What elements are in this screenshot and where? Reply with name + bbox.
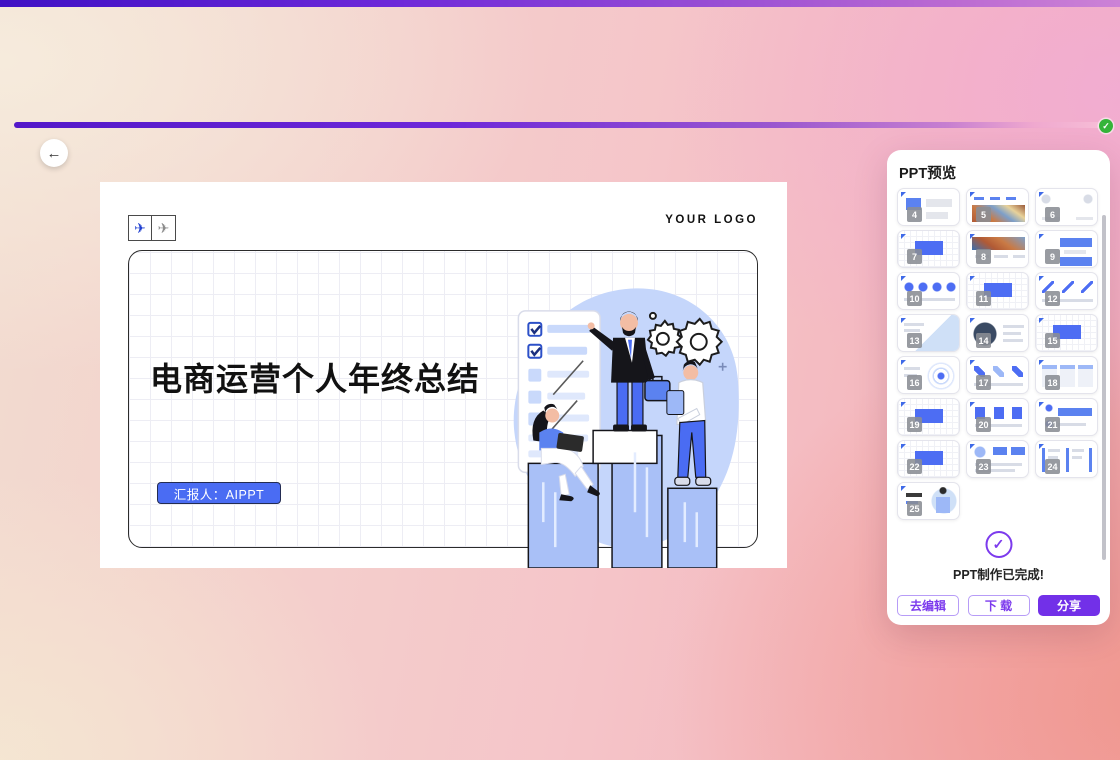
slide-number-badge: 18 — [1045, 375, 1060, 390]
ppt-preview-panel: PPT预览 4 5 6 7 8 9 10 11 12 13 14 15 16 17 18 19 20 21 22 23… — [887, 150, 1110, 625]
edit-pen-icon — [1039, 360, 1044, 365]
edit-pen-icon — [1039, 276, 1044, 281]
slide-number-badge: 21 — [1045, 417, 1060, 432]
progress-bar — [14, 122, 1100, 128]
slide-number-badge: 16 — [907, 375, 922, 390]
slide-number-badge: 25 — [907, 501, 922, 516]
slide-thumbnail[interactable]: 18 — [1035, 356, 1098, 394]
slide-thumbnail[interactable]: 11 — [966, 272, 1029, 310]
slide-thumbnail[interactable]: 9 — [1035, 230, 1098, 268]
edit-pen-icon — [901, 192, 906, 197]
edit-pen-icon — [970, 444, 975, 449]
panel-title: PPT预览 — [899, 162, 956, 183]
slide-number-badge: 8 — [976, 249, 991, 264]
slide-number-badge: 11 — [976, 291, 991, 306]
slide-preview-canvas: ✈ ✈ YOUR LOGO 电商运营个人年终总结 汇报人：AIPPT — [100, 182, 787, 568]
slide-thumbnail[interactable]: 7 — [897, 230, 960, 268]
slide-number-badge: 13 — [907, 333, 922, 348]
slide-thumbnail[interactable]: 16 — [897, 356, 960, 394]
slide-number-badge: 4 — [907, 207, 922, 222]
edit-pen-icon — [1039, 234, 1044, 239]
edit-pen-icon — [970, 402, 975, 407]
edit-pen-icon — [901, 276, 906, 281]
slide-thumbnail[interactable]: 24 — [1035, 440, 1098, 478]
edit-pen-icon — [1039, 402, 1044, 407]
slide-thumbnail[interactable]: 21 — [1035, 398, 1098, 436]
reporter-badge: 汇报人：AIPPT — [157, 482, 281, 504]
slide-number-badge: 9 — [1045, 249, 1060, 264]
panel-actions: 去编辑 下 载 分享 — [897, 595, 1100, 616]
plane-toggle[interactable]: ✈ ✈ — [128, 215, 176, 241]
edit-pen-icon — [970, 192, 975, 197]
plane-gray-icon[interactable]: ✈ — [152, 215, 176, 241]
top-gradient-strip — [0, 0, 1120, 7]
slide-number-badge: 12 — [1045, 291, 1060, 306]
slide-thumbnail[interactable]: 15 — [1035, 314, 1098, 352]
progress-complete-icon: ✓ — [1099, 119, 1113, 133]
edit-pen-icon — [970, 318, 975, 323]
edit-pen-icon — [901, 444, 906, 449]
slide-logo-text: YOUR LOGO — [665, 214, 758, 226]
slide-number-badge: 15 — [1045, 333, 1060, 348]
edit-button[interactable]: 去编辑 — [897, 595, 959, 616]
slide-thumbnail[interactable]: 8 — [966, 230, 1029, 268]
slide-title: 电商运营个人年终总结 — [150, 354, 480, 400]
back-button[interactable]: ← — [40, 139, 68, 167]
edit-pen-icon — [901, 402, 906, 407]
edit-pen-icon — [970, 276, 975, 281]
slide-number-badge: 24 — [1045, 459, 1060, 474]
share-button[interactable]: 分享 — [1038, 595, 1100, 616]
edit-pen-icon — [1039, 192, 1044, 197]
slide-number-badge: 23 — [976, 459, 991, 474]
slide-thumbnail[interactable]: 5 — [966, 188, 1029, 226]
slide-thumbnail[interactable]: 13 — [897, 314, 960, 352]
edit-pen-icon — [901, 360, 906, 365]
slide-thumbnail[interactable]: 10 — [897, 272, 960, 310]
edit-pen-icon — [1039, 444, 1044, 449]
slide-thumbnail[interactable]: 22 — [897, 440, 960, 478]
slide-thumbnail[interactable]: 20 — [966, 398, 1029, 436]
slide-thumbnail[interactable]: 12 — [1035, 272, 1098, 310]
slide-thumbnail[interactable]: 4 — [897, 188, 960, 226]
slide-number-badge: 7 — [907, 249, 922, 264]
edit-pen-icon — [901, 318, 906, 323]
done-check-icon: ✓ — [985, 531, 1012, 558]
slide-thumbnail[interactable]: 19 — [897, 398, 960, 436]
edit-pen-icon — [901, 486, 906, 491]
slide-number-badge: 6 — [1045, 207, 1060, 222]
slide-number-badge: 17 — [976, 375, 991, 390]
edit-pen-icon — [970, 234, 975, 239]
slide-illustration — [495, 283, 760, 568]
slide-thumbnail[interactable]: 23 — [966, 440, 1029, 478]
edit-pen-icon — [1039, 318, 1044, 323]
slide-thumbnail[interactable]: 17 — [966, 356, 1029, 394]
slide-number-badge: 19 — [907, 417, 922, 432]
edit-pen-icon — [970, 360, 975, 365]
slide-number-badge: 20 — [976, 417, 991, 432]
panel-scrollbar[interactable] — [1102, 215, 1106, 560]
slide-thumbnail[interactable]: 25 — [897, 482, 960, 520]
thumbnail-grid: 4 5 6 7 8 9 10 11 12 13 14 15 16 17 18 19 20 21 22 23 24 25 — [897, 188, 1098, 520]
download-button[interactable]: 下 载 — [968, 595, 1030, 616]
slide-number-badge: 22 — [907, 459, 922, 474]
plane-blue-icon[interactable]: ✈ — [128, 215, 152, 241]
edit-pen-icon — [901, 234, 906, 239]
slide-thumbnail[interactable]: 14 — [966, 314, 1029, 352]
slide-number-badge: 5 — [976, 207, 991, 222]
slide-number-badge: 14 — [976, 333, 991, 348]
slide-number-badge: 10 — [907, 291, 922, 306]
slide-thumbnail[interactable]: 6 — [1035, 188, 1098, 226]
done-text: PPT制作已完成! — [887, 564, 1110, 583]
